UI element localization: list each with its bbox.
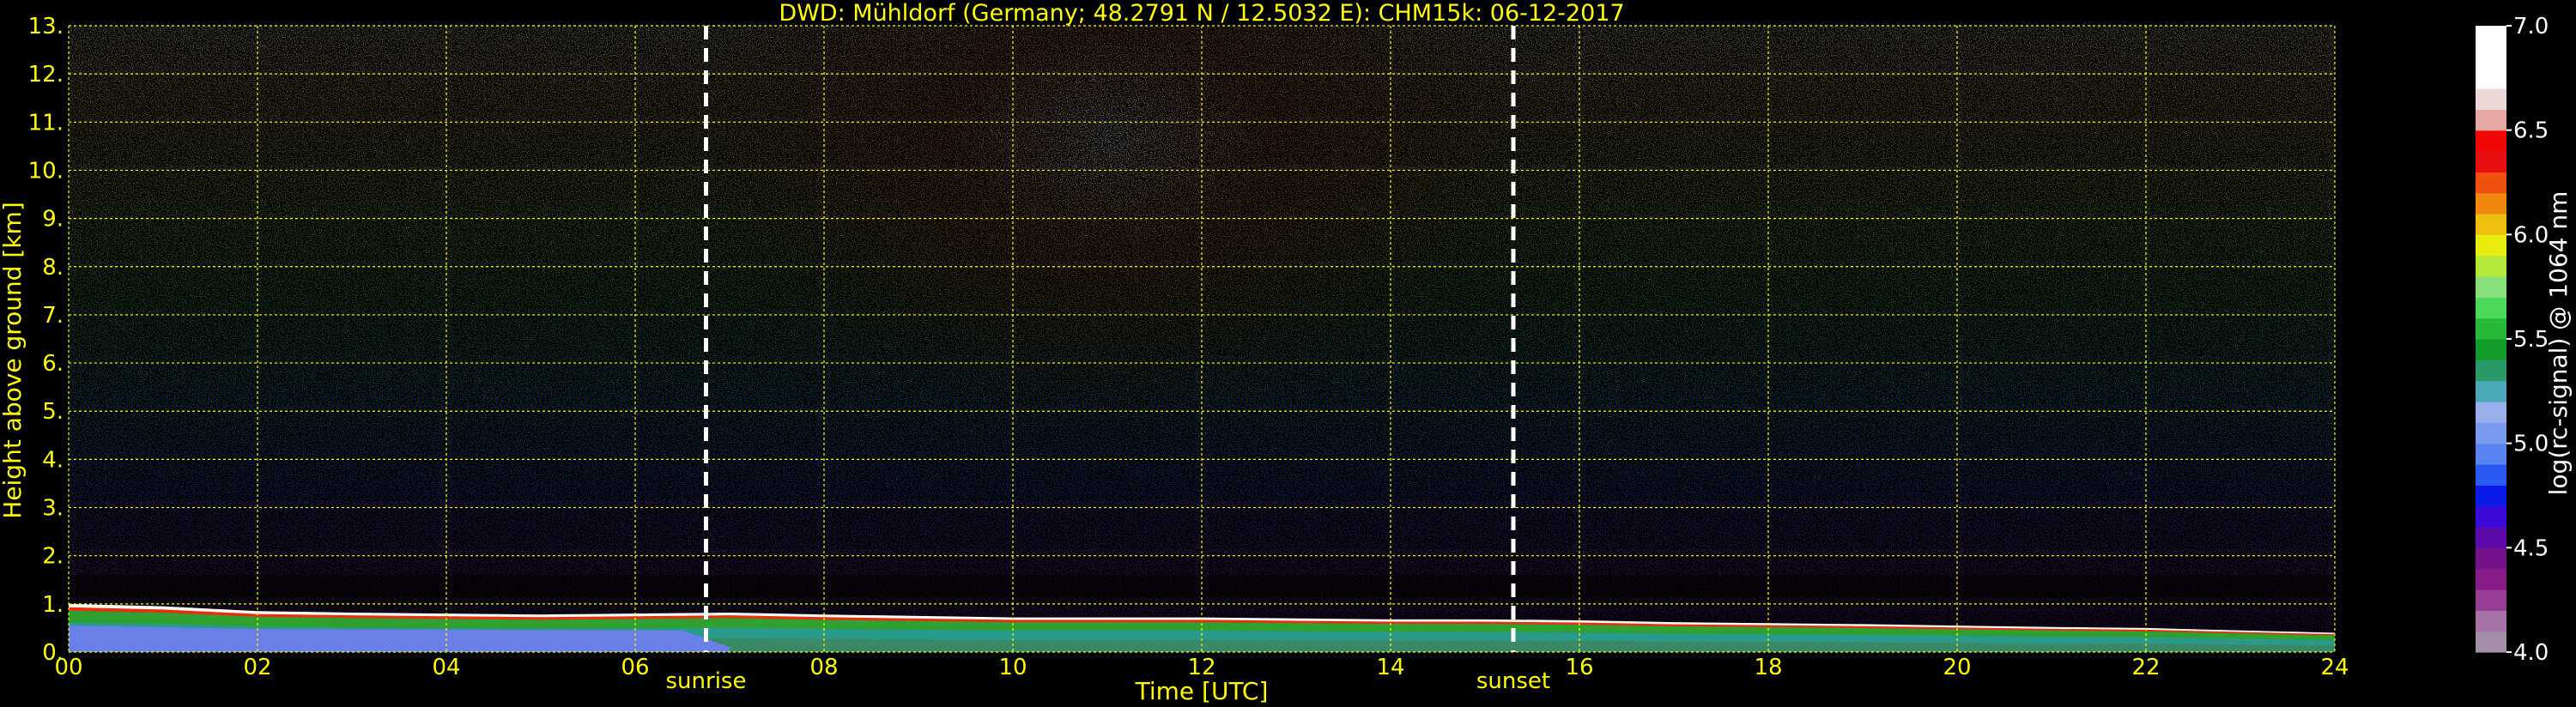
y-tick-label: 11. xyxy=(28,110,64,136)
colorbar-segment xyxy=(2476,67,2506,89)
colorbar-segment xyxy=(2476,589,2506,611)
colorbar-segment xyxy=(2476,276,2506,298)
colorbar-segment xyxy=(2476,631,2506,653)
colorbar-segment xyxy=(2476,297,2506,319)
colorbar-segment xyxy=(2476,234,2506,257)
x-tick-label: 24 xyxy=(2320,655,2349,680)
colorbar-tick-label: 4.5 xyxy=(2513,535,2549,561)
x-tick-label: 22 xyxy=(2131,655,2160,680)
colorbar-tick-label: 5.5 xyxy=(2513,327,2549,353)
backscatter-noise-day xyxy=(706,26,1513,595)
x-tick-label: 02 xyxy=(243,655,271,680)
colorbar-segment xyxy=(2476,547,2506,570)
colorbar-tick-label: 7.0 xyxy=(2513,14,2549,39)
y-tick-label: 2. xyxy=(42,544,64,570)
x-tick-label: 08 xyxy=(809,655,838,680)
colorbar xyxy=(2476,26,2506,653)
colorbar-segment xyxy=(2476,214,2506,235)
x-tick-label: 18 xyxy=(1754,655,1782,680)
colorbar-tick-label: 6.0 xyxy=(2513,222,2549,248)
y-tick-label: 5. xyxy=(42,399,64,425)
ceilometer-chart: DWD: Mühldorf (Germany; 48.2791 N / 12.5… xyxy=(0,0,2573,705)
x-tick-label: 12 xyxy=(1187,655,1215,680)
y-tick-label: 3. xyxy=(42,496,64,522)
colorbar-segment xyxy=(2476,380,2506,402)
y-axis-title: Height above ground [km] xyxy=(0,202,27,519)
colorbar-segment xyxy=(2476,109,2506,131)
colorbar-tick-labels: 4.0 4.5 5.0 5.5 6.0 6.5 7.0 xyxy=(2506,14,2549,666)
colorbar-segment xyxy=(2476,527,2506,548)
colorbar-segment xyxy=(2476,26,2506,47)
y-tick-label: 6. xyxy=(42,351,64,377)
colorbar-segment xyxy=(2476,568,2506,590)
chart-title: DWD: Mühldorf (Germany; 48.2791 N / 12.5… xyxy=(779,0,1624,27)
y-tick-label: 4. xyxy=(42,447,64,473)
colorbar-segment xyxy=(2476,339,2506,360)
colorbar-segment xyxy=(2476,255,2506,277)
y-tick-label: 13. xyxy=(28,14,64,39)
colorbar-segment xyxy=(2476,46,2506,69)
x-tick-label: 10 xyxy=(998,655,1027,680)
y-tick-label: 1. xyxy=(42,592,64,618)
colorbar-segment xyxy=(2476,443,2506,465)
colorbar-segment xyxy=(2476,402,2506,423)
colorbar-segment xyxy=(2476,422,2506,444)
colorbar-segment xyxy=(2476,88,2506,110)
y-tick-label: 9. xyxy=(42,207,64,233)
x-tick-label: 04 xyxy=(432,655,460,680)
colorbar-segment xyxy=(2476,130,2506,152)
x-axis-title: Time [UTC] xyxy=(1135,677,1269,705)
y-tick-label: 0. xyxy=(42,640,64,666)
y-tick-label: 8. xyxy=(42,255,64,281)
colorbar-segment xyxy=(2476,317,2506,340)
colorbar-tick-label: 4.0 xyxy=(2513,640,2549,666)
colorbar-segment xyxy=(2476,360,2506,382)
colorbar-tick-label: 6.5 xyxy=(2513,118,2549,144)
colorbar-segment xyxy=(2476,151,2506,172)
x-tick-label: 06 xyxy=(621,655,649,680)
colorbar-segment xyxy=(2476,172,2506,194)
colorbar-segment xyxy=(2476,610,2506,632)
low-signal-band xyxy=(69,575,2335,607)
y-tick-label: 7. xyxy=(42,303,64,329)
x-tick-label: 14 xyxy=(1376,655,1404,680)
colorbar-segment xyxy=(2476,192,2506,215)
y-tick-label: 10. xyxy=(28,158,64,184)
y-tick-labels: 0. 1. 2. 3. 4. 5. 6. 7. 8. 9. 10. 11. 12. 13. xyxy=(28,14,64,666)
y-tick-label: 12. xyxy=(28,62,64,88)
colorbar-segment xyxy=(2476,464,2506,486)
x-tick-labels: 00 02 04 06 08 10 12 14 16 18 20 22 24 xyxy=(54,655,2349,680)
colorbar-tick-label: 5.0 xyxy=(2513,432,2549,457)
x-tick-label: 16 xyxy=(1565,655,1593,680)
colorbar-segment xyxy=(2476,505,2506,528)
x-tick-label: 20 xyxy=(1943,655,1971,680)
sunrise-label: sunrise xyxy=(666,668,747,694)
sunset-label: sunset xyxy=(1476,668,1550,694)
colorbar-segment xyxy=(2476,485,2506,507)
